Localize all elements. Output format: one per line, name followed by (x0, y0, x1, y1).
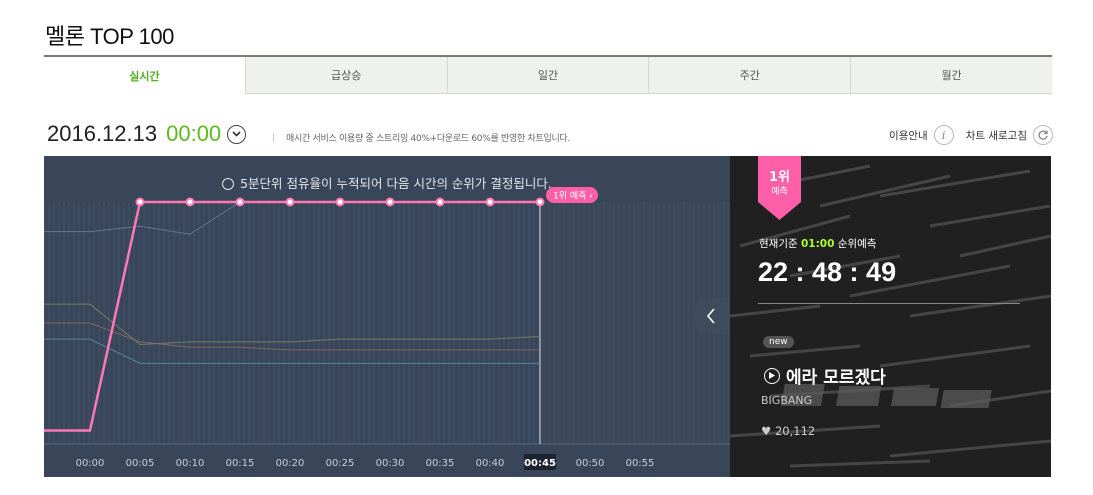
series-point (185, 197, 195, 207)
guide-link[interactable]: 이용안내 i (889, 125, 954, 145)
prediction-prefix: 현재기준 (759, 238, 798, 250)
series-point (335, 197, 345, 207)
tab-monthly[interactable]: 월간 (850, 57, 1052, 94)
chevron-left-icon (706, 308, 715, 324)
new-badge: new (763, 336, 794, 348)
realtime-rank-chart: 1위 예측 › 00:00 00:05 00:10 00:15 00:20 00:25 00:… (44, 156, 730, 477)
heart-icon: ♥ (761, 424, 772, 438)
series-point (135, 197, 145, 207)
rank-line-chart: 1위 예측 › 00:00 00:05 00:10 00:15 00:20 00:25 00:… (44, 187, 730, 470)
chevron-down-icon (232, 131, 241, 137)
x-tick-label[interactable]: 00:20 (276, 458, 305, 469)
song-title: 에라 모르겠다 (786, 368, 886, 388)
artist-name[interactable]: BIGBANG (761, 394, 812, 407)
series-line (44, 201, 540, 235)
refresh-label: 차트 새로고침 (965, 129, 1027, 142)
refresh-link[interactable]: 차트 새로고침 (966, 125, 1053, 145)
series-point (235, 197, 245, 207)
previous-song-button[interactable] (692, 298, 730, 334)
series-point (485, 197, 495, 207)
tab-realtime[interactable]: 실시간 (44, 57, 245, 94)
x-tick-label[interactable]: 00:30 (376, 458, 405, 469)
play-icon (764, 367, 780, 384)
x-tick-label[interactable]: 00:40 (476, 458, 505, 469)
x-tick-label[interactable]: 00:50 (576, 458, 605, 469)
chart-datetime: 2016.12.13 00:00 (47, 121, 247, 147)
chart-time: 00:00 (166, 121, 222, 146)
rank-badge-label: 1위 (768, 170, 790, 185)
refresh-icon (1033, 125, 1053, 145)
x-tick-label[interactable]: 00:55 (626, 458, 655, 469)
x-tick-label[interactable]: 00:15 (226, 458, 255, 469)
series-point (285, 197, 295, 207)
x-tick-label[interactable]: 00:35 (426, 458, 455, 469)
tab-rising[interactable]: 급상승 (244, 57, 447, 94)
series-point (435, 197, 445, 207)
song-title-link[interactable]: 에라 모르겠다 (764, 363, 886, 388)
prediction-suffix: 순위예측 (837, 238, 877, 250)
chart-tabs: 실시간 급상승 일간 주간 월간 (44, 55, 1052, 95)
tab-daily[interactable]: 일간 (446, 57, 649, 94)
prediction-basis: 현재기준 01:00 순위예측 (759, 236, 876, 251)
current-rank-label: 1위 예측 › (553, 191, 593, 202)
chart-date: 2016.12.13 (47, 121, 158, 146)
series-line (44, 303, 541, 346)
main-series-line (44, 200, 540, 432)
prediction-time: 01:00 (800, 238, 835, 250)
tab-weekly[interactable]: 주간 (648, 57, 851, 94)
rank-prediction-panel: 1위 예측 현재기준 01:00 순위예측 22 : 48 : 49 new 에… (730, 156, 1051, 477)
chart-notice: 5분단위 점유율이 누적되어 다음 시간의 순위가 결정됩니다. (44, 173, 730, 192)
time-dropdown-button[interactable] (227, 124, 247, 144)
series-point (385, 197, 395, 207)
rank-badge-sub: 예측 (771, 187, 788, 197)
x-tick-label[interactable]: 00:25 (326, 458, 355, 469)
chart-top-links: 이용안내 i 차트 새로고침 (889, 125, 1053, 145)
x-tick-label[interactable]: 00:00 (76, 458, 105, 469)
guide-label: 이용안내 (889, 129, 928, 142)
like-count-value: 20,112 (774, 424, 816, 438)
page-title: 멜론 TOP 100 (45, 24, 174, 49)
series-point (535, 197, 545, 207)
chart-description: 매시간 서비스 이용량 중 스트리밍 40%+다운로드 60%를 반영한 차트입… (273, 131, 570, 144)
x-tick-label[interactable]: 00:05 (126, 458, 155, 469)
x-tick-label[interactable]: 00:10 (176, 458, 205, 469)
chart-notice-text: 5분단위 점유율이 누적되어 다음 시간의 순위가 결정됩니다. (240, 176, 552, 191)
series-line (44, 338, 540, 364)
countdown-timer: 22 : 48 : 49 (758, 257, 897, 287)
clock-icon (222, 178, 235, 190)
divider (758, 303, 1020, 304)
info-icon: i (933, 125, 954, 145)
like-count[interactable]: ♥ 20,112 (761, 424, 815, 438)
x-tick-label[interactable]: 00:45 (524, 458, 556, 469)
